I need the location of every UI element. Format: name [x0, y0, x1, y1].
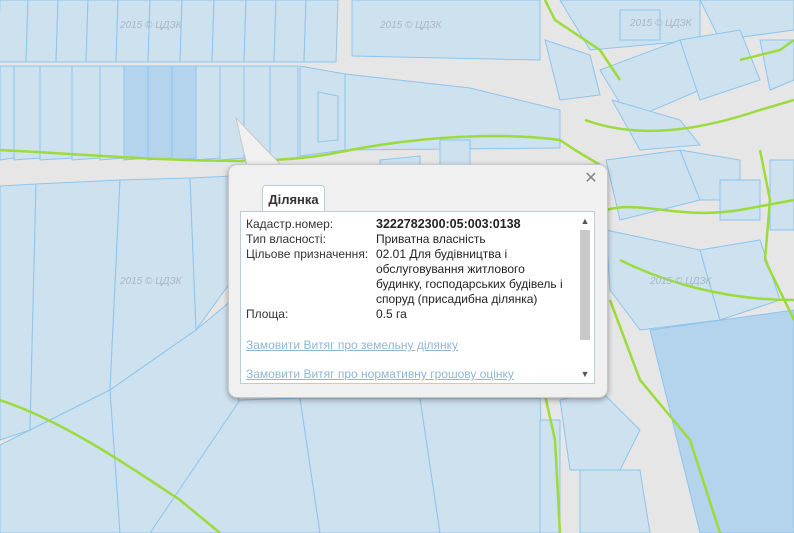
watermark-text: 2015 © ЦДЗК: [379, 20, 443, 31]
parcel-info-panel: Кадастр.номер: 3222782300:05:003:0138 Ти…: [240, 211, 595, 384]
order-land-extract-link[interactable]: Замовити Витяг про земельну ділянку: [246, 338, 574, 353]
scroll-thumb[interactable]: [580, 230, 590, 340]
ownership-type-label: Тип власності:: [246, 232, 326, 246]
watermark-text: 2015 © ЦДЗК: [649, 276, 713, 287]
area-value: 0.5 га: [376, 307, 407, 321]
parcel[interactable]: [419, 397, 546, 533]
parcel[interactable]: [769, 159, 794, 231]
parcel[interactable]: [317, 91, 339, 143]
close-icon[interactable]: ✕: [583, 170, 599, 186]
area-label: Площа:: [246, 307, 289, 321]
scroll-down-icon[interactable]: ▼: [578, 367, 592, 381]
area-row: Площа: 0.5 га: [246, 307, 574, 322]
parcel[interactable]: [71, 65, 101, 161]
panel-scrollbar[interactable]: ▲ ▼: [578, 214, 592, 381]
ownership-type-row: Тип власності: Приватна власність: [246, 232, 574, 247]
parcel[interactable]: [39, 65, 73, 161]
parcel[interactable]: [0, 0, 29, 63]
parcel[interactable]: [171, 65, 197, 161]
cadastral-number-label: Кадастр.номер:: [246, 217, 334, 231]
parcel[interactable]: [13, 65, 41, 161]
parcel[interactable]: [25, 0, 59, 63]
parcel[interactable]: [211, 0, 247, 63]
parcel-info-content: Кадастр.номер: 3222782300:05:003:0138 Ти…: [246, 217, 574, 382]
parcel[interactable]: [219, 65, 245, 161]
parcel[interactable]: [719, 179, 761, 221]
intended-purpose-row: Цільове призначення: 02.01 Для будівницт…: [246, 247, 574, 307]
watermark-text: 2015 © ЦДЗК: [119, 20, 183, 31]
cadastral-number-value: 3222782300:05:003:0138: [376, 217, 521, 231]
intended-purpose-value: 02.01 Для будівництва і обслуговування ж…: [376, 247, 563, 306]
cadastral-number-row: Кадастр.номер: 3222782300:05:003:0138: [246, 217, 574, 232]
watermark-text: 2015 © ЦДЗК: [119, 276, 183, 287]
parcel[interactable]: [115, 0, 151, 63]
ownership-type-value: Приватна власність: [376, 232, 486, 246]
scroll-up-icon[interactable]: ▲: [578, 214, 592, 228]
parcel[interactable]: [85, 0, 119, 63]
parcel[interactable]: [0, 65, 15, 161]
parcel[interactable]: [299, 397, 441, 533]
tab-parcel[interactable]: Ділянка: [262, 185, 325, 211]
parcel[interactable]: [303, 0, 339, 63]
parcel-info-popup: ✕ Ділянка Кадастр.номер: 3222782300:05:0…: [228, 164, 608, 398]
order-valuation-extract-link[interactable]: Замовити Витяг про нормативну грошову оц…: [246, 367, 574, 382]
parcel[interactable]: [147, 65, 173, 161]
parcel[interactable]: [269, 65, 299, 161]
parcel[interactable]: [179, 0, 215, 63]
parcel[interactable]: [243, 0, 277, 63]
parcel[interactable]: [55, 0, 89, 63]
parcel[interactable]: [147, 0, 183, 63]
watermark-text: 2015 © ЦДЗК: [629, 18, 693, 29]
parcel[interactable]: [273, 0, 307, 63]
parcel[interactable]: [99, 65, 125, 161]
intended-purpose-label: Цільове призначення:: [246, 247, 369, 261]
parcel[interactable]: [195, 65, 221, 161]
parcel[interactable]: [123, 65, 149, 161]
parcel[interactable]: [579, 469, 651, 533]
parcel[interactable]: [439, 139, 471, 166]
